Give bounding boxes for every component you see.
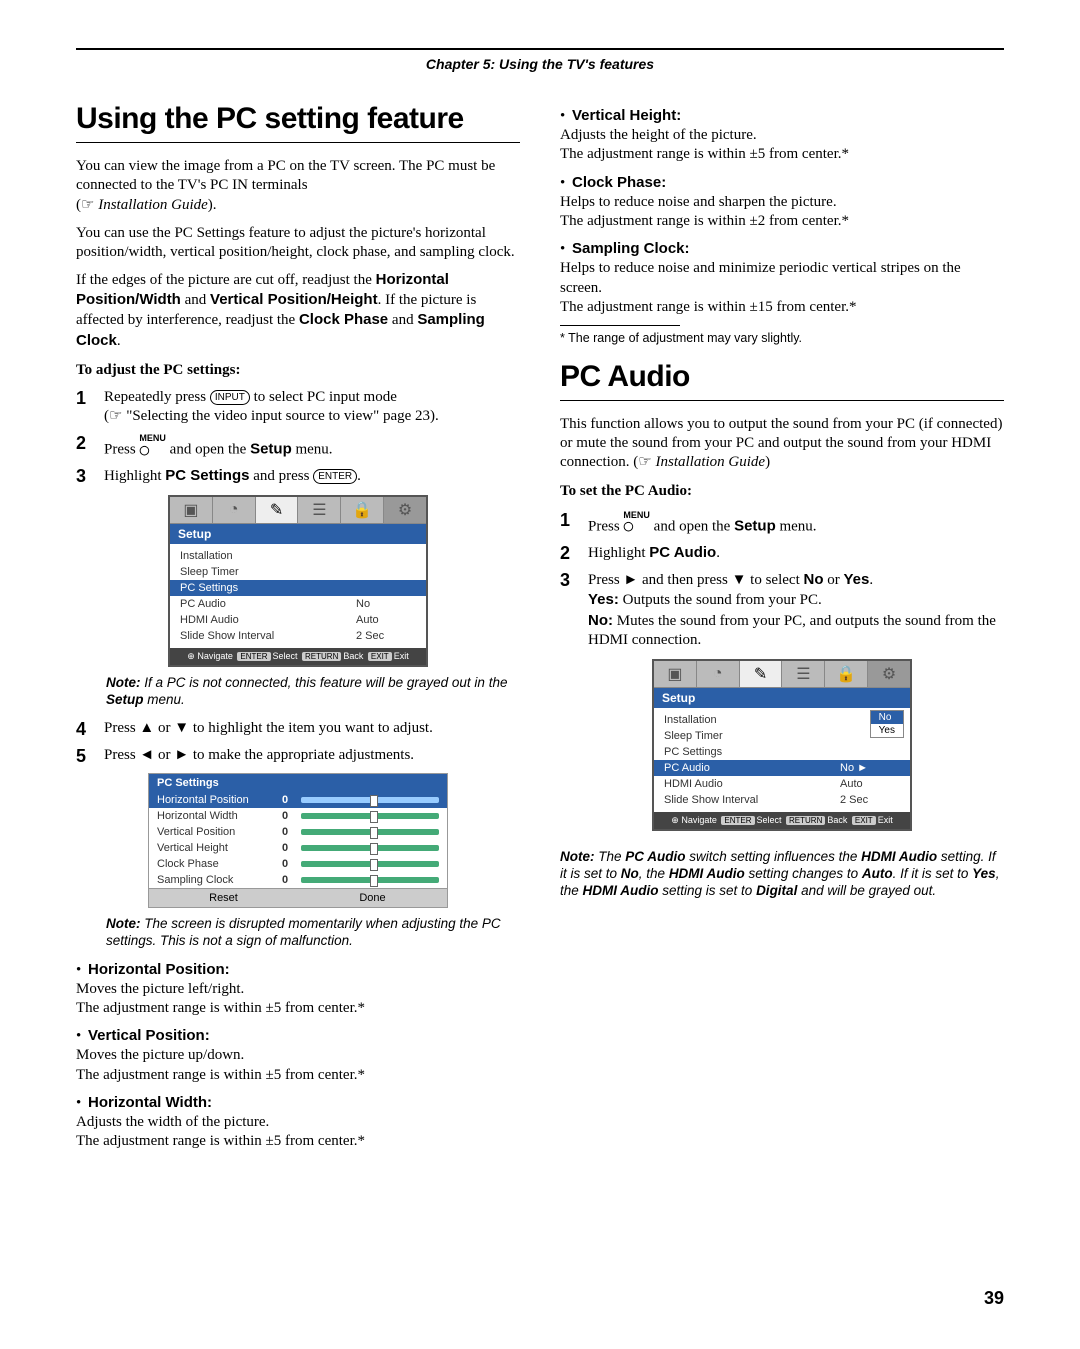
bullet-clock-phase: •Clock Phase: Helps to reduce noise and … xyxy=(560,173,1004,232)
footnote: * The range of adjustment may vary sligh… xyxy=(560,330,1004,346)
osd-tab-icon: ⚙ xyxy=(868,661,910,687)
osd-tab-lock-icon: 🔒 xyxy=(825,661,868,687)
subhead-set-pc-audio: To set the PC Audio: xyxy=(560,482,1004,501)
para-intro-2: You can use the PC Settings feature to a… xyxy=(76,224,520,262)
step-5: 5Press ◄ or ► to make the appropriate ad… xyxy=(76,746,520,767)
osd-tab-icon: ▣ xyxy=(654,661,697,687)
step-1b: 1 Press MENU◯ and open the Setup menu. xyxy=(560,510,1004,537)
osd-popup: No Yes xyxy=(870,710,904,738)
osd-tab-icon: ☰ xyxy=(298,497,341,523)
chapter-header: Chapter 5: Using the TV's features xyxy=(76,56,1004,72)
section-title-pc-setting: Using the PC setting feature xyxy=(76,102,520,136)
subhead-adjust-pc: To adjust the PC settings: xyxy=(76,361,520,380)
input-button-icon: INPUT xyxy=(210,390,250,405)
enter-button-icon: ENTER xyxy=(313,469,357,484)
osd-title: Setup xyxy=(654,688,910,708)
step-1: 1 Repeatedly press INPUT to select PC in… xyxy=(76,388,520,427)
bullet-horizontal-width: •Horizontal Width: Adjusts the width of … xyxy=(76,1093,520,1152)
page-number: 39 xyxy=(984,1288,1004,1309)
osd-tab-icon: ✎ xyxy=(740,661,783,687)
note-2: Note: The screen is disrupted momentaril… xyxy=(106,916,520,950)
para-intro-3: If the edges of the picture are cut off,… xyxy=(76,270,520,351)
bullet-vertical-height: •Vertical Height: Adjusts the height of … xyxy=(560,106,1004,165)
step-2: 2 Press MENU◯ and open the Setup menu. xyxy=(76,433,520,460)
osd-tab-icon: ⚙ xyxy=(384,497,426,523)
para-intro-1: You can view the image from a PC on the … xyxy=(76,157,520,216)
left-column: Using the PC setting feature You can vie… xyxy=(76,102,520,1159)
menu-button-icon: MENU◯ xyxy=(139,433,166,456)
osd-footer: ⊕ Navigate ENTERSelect RETURNBack EXITEx… xyxy=(170,648,426,665)
osd-footer: ⊕ Navigate ENTERSelect RETURNBack EXITEx… xyxy=(654,812,910,829)
note-pc-audio: Note: The PC Audio switch setting influe… xyxy=(560,849,1004,900)
pc-audio-intro: This function allows you to output the s… xyxy=(560,415,1004,473)
osd-title: Setup xyxy=(170,524,426,544)
step-3: 3 Highlight PC Settings and press ENTER. xyxy=(76,466,520,487)
step-4: 4Press ▲ or ▼ to highlight the item you … xyxy=(76,719,520,740)
osd-tab-icon: ✎ xyxy=(256,497,299,523)
osd-setup-menu-2: ▣ ◔ ✎ ☰ 🔒 ⚙ Setup Installation Sleep Tim… xyxy=(652,659,912,831)
page-top-rule xyxy=(76,48,1004,50)
bullet-horizontal-position: •Horizontal Position: Moves the picture … xyxy=(76,960,520,1019)
osd-tab-icon: ◔ xyxy=(697,661,740,687)
right-column: •Vertical Height: Adjusts the height of … xyxy=(560,102,1004,1159)
section-rule xyxy=(560,400,1004,401)
osd-tab-lock-icon: 🔒 xyxy=(341,497,384,523)
step-3b: 3 Press ► and then press ▼ to select No … xyxy=(560,570,1004,651)
section-title-pc-audio: PC Audio xyxy=(560,360,1004,394)
osd-tab-icon: ▣ xyxy=(170,497,213,523)
section-rule xyxy=(76,142,520,143)
bullet-vertical-position: •Vertical Position: Moves the picture up… xyxy=(76,1026,520,1085)
note-1: Note: If a PC is not connected, this fea… xyxy=(106,675,520,709)
pc-settings-panel: PC Settings Horizontal Position0 Horizon… xyxy=(148,773,448,908)
footnote-rule xyxy=(560,325,680,326)
osd-setup-menu-1: ▣ ◔ ✎ ☰ 🔒 ⚙ Setup Installation Sleep Tim… xyxy=(168,495,428,667)
osd-tab-icon: ☰ xyxy=(782,661,825,687)
menu-button-icon: MENU◯ xyxy=(623,510,650,533)
step-2b: 2 Highlight PC Audio. xyxy=(560,543,1004,564)
osd-tab-icon: ◔ xyxy=(213,497,256,523)
bullet-sampling-clock: •Sampling Clock: Helps to reduce noise a… xyxy=(560,239,1004,317)
